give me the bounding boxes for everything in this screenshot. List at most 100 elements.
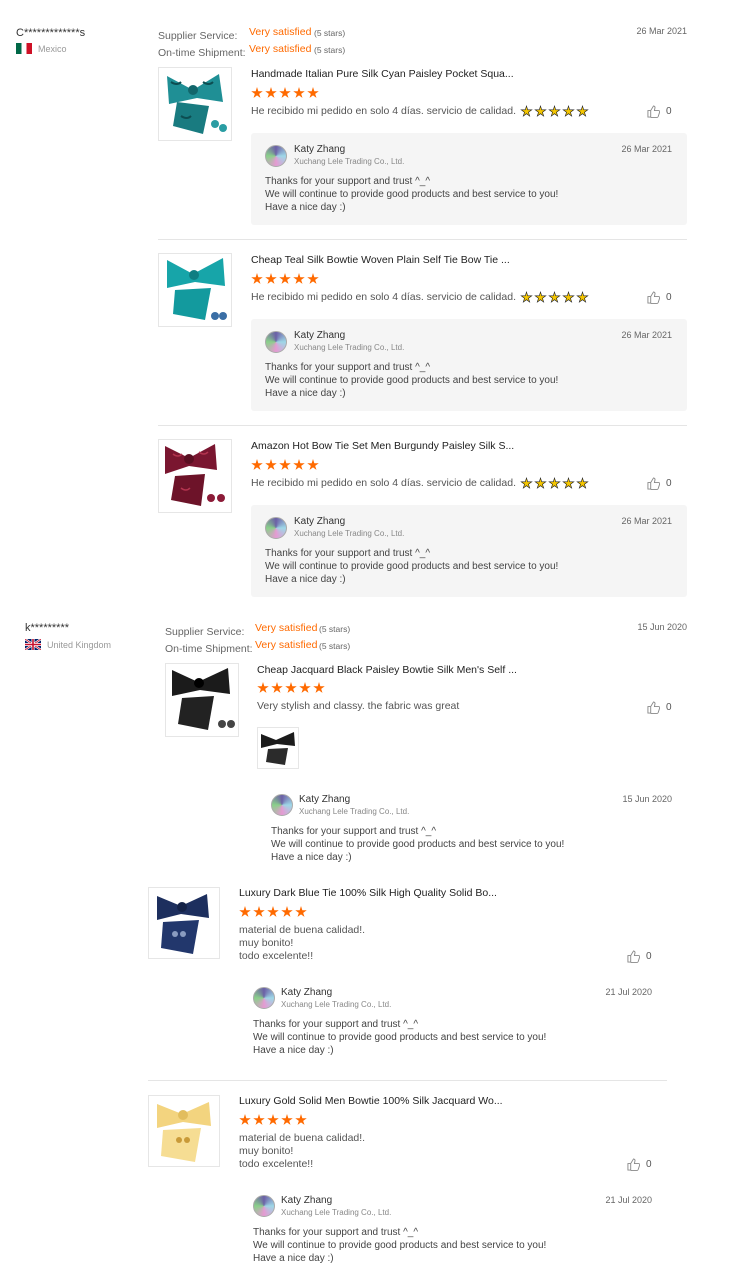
star-icon bbox=[239, 906, 251, 917]
star-icon bbox=[313, 682, 325, 693]
like-button[interactable]: 0 bbox=[627, 1158, 652, 1171]
star-icon bbox=[295, 1114, 307, 1125]
bowtie-image-icon bbox=[165, 444, 225, 506]
seller-avatar bbox=[265, 517, 287, 539]
thumbs-up-icon bbox=[647, 701, 660, 714]
rating-stars bbox=[251, 459, 319, 471]
star-icon bbox=[253, 1114, 265, 1125]
review-date: 15 Jun 2020 bbox=[637, 622, 687, 632]
seller-reply: Katy Zhang Xuchang Lele Trading Co., Ltd… bbox=[251, 505, 687, 597]
star-emoji-icon bbox=[548, 477, 561, 489]
star-icon bbox=[239, 1114, 251, 1125]
product-title[interactable]: Handmade Italian Pure Silk Cyan Paisley … bbox=[251, 68, 514, 80]
reply-date: 26 Mar 2021 bbox=[621, 516, 672, 526]
star-icon bbox=[293, 273, 305, 284]
like-button[interactable]: 0 bbox=[647, 105, 672, 118]
buyer-name: C*************s bbox=[16, 27, 86, 39]
review-text: Very stylish and classy. the fabric was … bbox=[257, 700, 460, 712]
product-title[interactable]: Cheap Teal Silk Bowtie Woven Plain Self … bbox=[251, 254, 510, 266]
like-button[interactable]: 0 bbox=[647, 701, 672, 714]
shipment-label: On-time Shipment: bbox=[158, 47, 246, 59]
review-text-line: material de buena calidad!. bbox=[239, 924, 366, 936]
like-button[interactable]: 0 bbox=[627, 950, 652, 963]
seller-name: Katy Zhang bbox=[281, 1195, 333, 1206]
product-title[interactable]: Luxury Dark Blue Tie 100% Silk High Qual… bbox=[239, 887, 497, 899]
product-title[interactable]: Luxury Gold Solid Men Bowtie 100% Silk J… bbox=[239, 1095, 503, 1107]
rating-stars bbox=[239, 1114, 307, 1126]
review-photo[interactable] bbox=[257, 727, 299, 769]
like-count: 0 bbox=[646, 1159, 652, 1170]
reply-line-1: Thanks for your support and trust ^_^ bbox=[265, 548, 431, 559]
product-thumbnail[interactable] bbox=[148, 887, 220, 959]
reply-date: 21 Jul 2020 bbox=[605, 987, 652, 997]
seller-reply: Katy Zhang Xuchang Lele Trading Co., Ltd… bbox=[239, 1184, 667, 1270]
like-button[interactable]: 0 bbox=[647, 291, 672, 304]
star-icon bbox=[279, 459, 291, 470]
like-count: 0 bbox=[666, 478, 672, 489]
star-icon bbox=[285, 682, 297, 693]
buyer-country: Mexico bbox=[16, 43, 67, 54]
shipment-stars: (5 stars) bbox=[314, 45, 346, 55]
buyer-country: United Kingdom bbox=[25, 639, 111, 650]
bowtie-image-icon bbox=[157, 1102, 211, 1162]
seller-company: Xuchang Lele Trading Co., Ltd. bbox=[294, 157, 405, 166]
review-text-row: He recibido mi pedido en solo 4 días. se… bbox=[251, 477, 589, 490]
seller-name: Katy Zhang bbox=[281, 987, 333, 998]
review-text: He recibido mi pedido en solo 4 días. se… bbox=[251, 291, 516, 303]
bowtie-image-icon bbox=[167, 258, 227, 320]
review-text-line: muy bonito! bbox=[239, 1145, 294, 1157]
review-date: 26 Mar 2021 bbox=[636, 26, 687, 36]
star-icon bbox=[307, 273, 319, 284]
star-icon bbox=[251, 459, 263, 470]
product-thumbnail[interactable] bbox=[158, 253, 232, 327]
star-icon bbox=[257, 682, 269, 693]
star-icon bbox=[267, 1114, 279, 1125]
seller-name: Katy Zhang bbox=[294, 144, 346, 155]
reply-line-3: Have a nice day :) bbox=[265, 574, 346, 585]
product-title[interactable]: Cheap Jacquard Black Paisley Bowtie Silk… bbox=[257, 664, 517, 676]
supplier-stars: (5 stars) bbox=[314, 28, 346, 38]
reply-date: 21 Jul 2020 bbox=[605, 1195, 652, 1205]
seller-reply: Katy Zhang Xuchang Lele Trading Co., Ltd… bbox=[257, 784, 687, 870]
like-button[interactable]: 0 bbox=[647, 477, 672, 490]
country-label: United Kingdom bbox=[47, 639, 112, 650]
supplier-stars: (5 stars) bbox=[319, 624, 351, 634]
bowtie-image-icon bbox=[157, 894, 209, 954]
star-icon bbox=[279, 273, 291, 284]
star-icon bbox=[293, 87, 305, 98]
thumbs-up-icon bbox=[627, 1158, 640, 1171]
star-emoji-icon bbox=[576, 477, 589, 489]
reply-date: 15 Jun 2020 bbox=[622, 794, 672, 804]
rating-stars bbox=[251, 273, 319, 285]
bowtie-image-icon bbox=[167, 74, 227, 134]
seller-company: Xuchang Lele Trading Co., Ltd. bbox=[299, 807, 410, 816]
star-icon bbox=[253, 906, 265, 917]
star-icon bbox=[307, 87, 319, 98]
product-thumbnail[interactable] bbox=[158, 67, 232, 141]
star-emoji-icon bbox=[548, 105, 561, 117]
supplier-service-row: Supplier Service: Very satisfied (5 star… bbox=[165, 622, 350, 640]
star-icon bbox=[265, 459, 277, 470]
seller-reply: Katy Zhang Xuchang Lele Trading Co., Ltd… bbox=[239, 976, 667, 1062]
like-count: 0 bbox=[666, 702, 672, 713]
review-text: He recibido mi pedido en solo 4 días. se… bbox=[251, 105, 516, 117]
product-thumbnail[interactable] bbox=[148, 1095, 220, 1167]
product-thumbnail[interactable] bbox=[158, 439, 232, 513]
product-title[interactable]: Amazon Hot Bow Tie Set Men Burgundy Pais… bbox=[251, 440, 514, 452]
shipment-label: On-time Shipment: bbox=[165, 643, 253, 655]
reply-line-3: Have a nice day :) bbox=[265, 202, 346, 213]
shipment-row: On-time Shipment: Very satisfied (5 star… bbox=[158, 43, 345, 61]
star-emoji-icon bbox=[562, 105, 575, 117]
star-emoji-icon bbox=[576, 291, 589, 303]
thumbs-up-icon bbox=[647, 291, 660, 304]
star-icon bbox=[307, 459, 319, 470]
reply-date: 26 Mar 2021 bbox=[621, 144, 672, 154]
product-thumbnail[interactable] bbox=[165, 663, 239, 737]
reply-line-2: We will continue to provide good product… bbox=[271, 839, 565, 850]
seller-avatar bbox=[265, 145, 287, 167]
review-text-row: He recibido mi pedido en solo 4 días. se… bbox=[251, 291, 589, 304]
star-emoji-icon bbox=[576, 105, 589, 117]
seller-avatar bbox=[253, 987, 275, 1009]
reply-line-1: Thanks for your support and trust ^_^ bbox=[253, 1227, 419, 1238]
rating-stars bbox=[257, 682, 325, 694]
